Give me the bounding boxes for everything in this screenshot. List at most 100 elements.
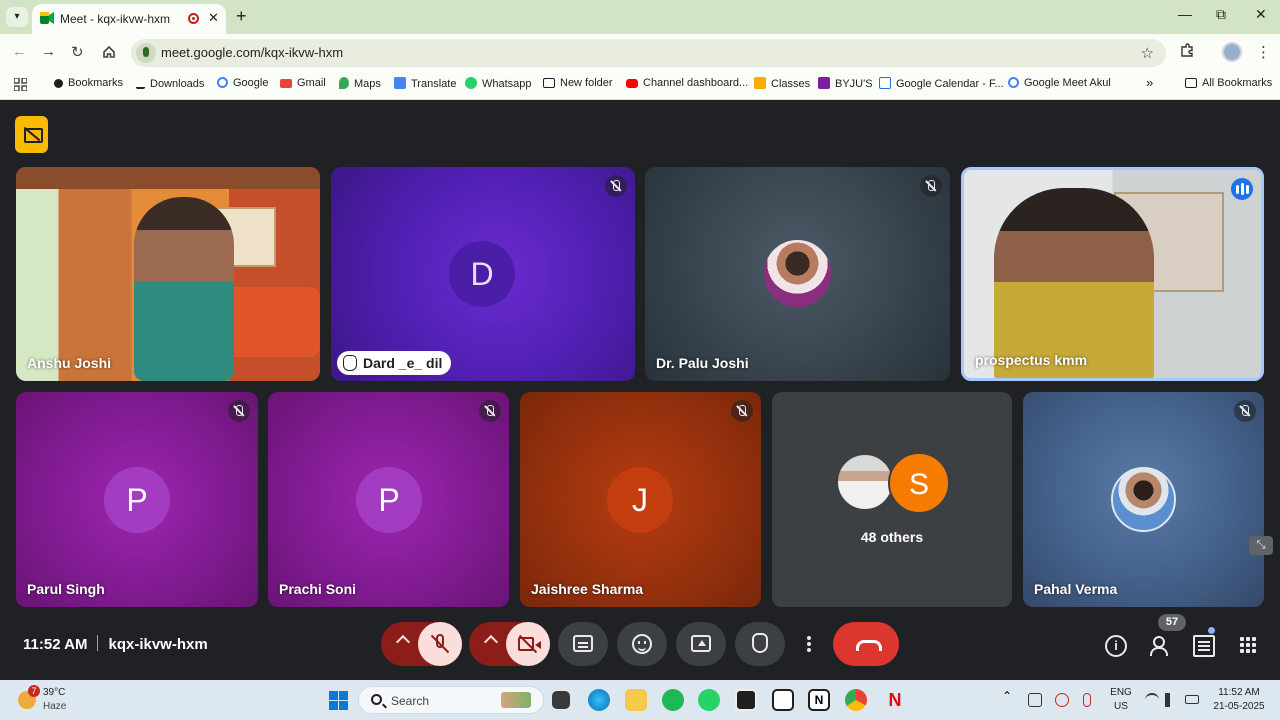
mic-off-icon	[731, 400, 753, 422]
bookmark-item[interactable]: Google Meet Akul	[1008, 77, 1111, 89]
bookmark-item[interactable]: Translate	[394, 77, 456, 90]
weather-description[interactable]: Haze	[43, 701, 66, 712]
chevron-up-icon[interactable]	[483, 634, 499, 650]
tab-meet[interactable]: Meet - kqx-ikvw-hxm ✕	[32, 4, 226, 34]
tab-close-icon[interactable]: ✕	[208, 10, 219, 26]
chrome-icon[interactable]	[845, 689, 867, 711]
participant-tile-speaking[interactable]: prospectus kmm	[961, 167, 1264, 381]
address-bar[interactable]: meet.google.com/kqx-ikvw-hxm ☆	[131, 39, 1166, 67]
maximize-button[interactable]: ⧉	[1216, 6, 1226, 23]
participant-name: Parul Singh	[27, 581, 105, 597]
bookmark-item[interactable]: Google	[217, 77, 268, 89]
apps-grid-icon[interactable]	[14, 78, 27, 91]
folder-icon[interactable]	[625, 689, 647, 711]
url-text: meet.google.com/kqx-ikvw-hxm	[161, 45, 344, 60]
file-explorer-app-icon[interactable]	[552, 691, 570, 709]
bookmark-item[interactable]: Whatsapp	[465, 77, 532, 90]
folder-icon	[1185, 78, 1197, 88]
speaking-indicator-icon	[1231, 178, 1253, 200]
bookmark-item[interactable]: Google Calendar - F...	[879, 77, 1004, 90]
activities-icon[interactable]	[1240, 635, 1262, 657]
bookmark-item[interactable]: Classes	[754, 77, 810, 90]
camera-off-badge-icon[interactable]	[15, 116, 48, 153]
participant-tile[interactable]: Anshu Joshi	[16, 167, 320, 381]
profile-avatar[interactable]	[1222, 42, 1242, 62]
speaker-icon[interactable]	[1165, 693, 1175, 707]
browser-menu-icon[interactable]: ⋮	[1256, 43, 1271, 61]
google-icon	[1008, 77, 1019, 88]
spotify-icon[interactable]	[662, 689, 684, 711]
language-indicator[interactable]: ENG	[1108, 687, 1134, 698]
minimize-button[interactable]: —	[1178, 6, 1192, 22]
back-icon[interactable]: ←	[12, 43, 27, 60]
search-placeholder: Search	[391, 694, 430, 708]
browser-tab-strip: ▾ Meet - kqx-ikvw-hxm ✕ + — ⧉ ✕	[0, 0, 1280, 34]
camera-toggle-button[interactable]	[506, 622, 550, 666]
site-info-icon[interactable]	[136, 43, 156, 63]
mic-off-icon	[920, 175, 942, 197]
weather-alert-badge: 7	[28, 685, 40, 697]
participant-tile[interactable]: D Dard _e_ dil	[331, 167, 635, 381]
microphone-control-group	[381, 622, 462, 666]
people-count-badge: 57	[1158, 614, 1186, 631]
extensions-icon[interactable]	[1180, 43, 1195, 58]
tray-app-icon[interactable]	[1028, 693, 1042, 707]
window-close-button[interactable]: ✕	[1255, 6, 1267, 23]
reload-icon[interactable]: ↻	[71, 43, 84, 61]
participant-tile[interactable]: Dr. Palu Joshi	[645, 167, 950, 381]
wifi-icon[interactable]	[1145, 693, 1159, 707]
clock-time[interactable]: 11:52 AM	[1208, 687, 1270, 698]
leave-call-button[interactable]	[833, 622, 899, 666]
tab-search-button[interactable]: ▾	[6, 7, 28, 27]
whatsapp-icon[interactable]	[698, 689, 720, 711]
participant-tile[interactable]: P Parul Singh	[16, 392, 258, 607]
more-options-icon[interactable]	[803, 622, 815, 666]
tab-title: Meet - kqx-ikvw-hxm	[60, 12, 171, 26]
windows-start-icon[interactable]	[329, 691, 348, 710]
weather-temperature[interactable]: 39°C	[43, 687, 65, 698]
mic-toggle-button[interactable]	[418, 622, 462, 666]
notion-icon[interactable]: N	[808, 689, 830, 711]
people-icon[interactable]	[1150, 635, 1172, 657]
others-count: 48 others	[860, 529, 924, 545]
bookmark-item[interactable]: Maps	[339, 77, 381, 90]
bookmark-item[interactable]: Bookmarks	[54, 77, 123, 89]
chat-icon[interactable]	[1193, 635, 1215, 657]
meet-stage: Anshu Joshi D Dard _e_ dil Dr. Palu Josh…	[0, 101, 1280, 680]
edge-icon[interactable]	[588, 689, 610, 711]
battery-icon[interactable]	[1185, 695, 1199, 704]
classroom-icon	[754, 77, 766, 89]
bookmark-item[interactable]: Gmail	[280, 77, 326, 89]
bookmark-item[interactable]: Channel dashboard...	[626, 77, 748, 89]
chevron-up-icon[interactable]	[395, 634, 411, 650]
taskbar-search[interactable]: Search	[358, 686, 544, 714]
all-bookmarks-button[interactable]: All Bookmarks	[1185, 77, 1272, 89]
captions-button[interactable]	[558, 622, 608, 666]
bookmark-item[interactable]: New folder	[543, 77, 613, 89]
netflix-icon[interactable]: N	[884, 689, 906, 711]
new-tab-button[interactable]: +	[236, 6, 247, 27]
clock-date[interactable]: 21-05-2025	[1208, 701, 1270, 712]
bookmark-item[interactable]: BYJU'S	[818, 77, 873, 90]
forward-icon[interactable]: →	[41, 43, 56, 60]
bookmark-item[interactable]: Downloads	[136, 77, 204, 90]
bookmarks-overflow-button[interactable]: »	[1146, 75, 1153, 90]
participant-tile[interactable]: P Prachi Soni	[268, 392, 509, 607]
sync-icon[interactable]	[1055, 693, 1069, 707]
reactions-button[interactable]	[617, 622, 667, 666]
participant-tile[interactable]: J Jaishree Sharma	[520, 392, 761, 607]
participant-tile[interactable]: Pahal Verma	[1023, 392, 1264, 607]
bookmarks-bar: Bookmarks Downloads Google Gmail Maps Tr…	[0, 70, 1280, 100]
microphone-icon[interactable]	[1083, 693, 1091, 707]
bookmark-star-icon[interactable]: ☆	[1141, 44, 1154, 62]
raise-hand-button[interactable]	[735, 622, 785, 666]
meeting-info-icon[interactable]: i	[1105, 635, 1127, 657]
present-button[interactable]	[676, 622, 726, 666]
others-tile[interactable]: S 48 others	[772, 392, 1012, 607]
home-icon[interactable]	[102, 45, 116, 59]
dark-app-icon[interactable]	[735, 689, 757, 711]
calendar-icon[interactable]	[772, 689, 794, 711]
chevron-up-icon[interactable]: ⌃	[1002, 689, 1016, 703]
participant-avatar: J	[607, 467, 673, 533]
collapse-tiles-icon[interactable]: ⤡	[1249, 536, 1273, 555]
